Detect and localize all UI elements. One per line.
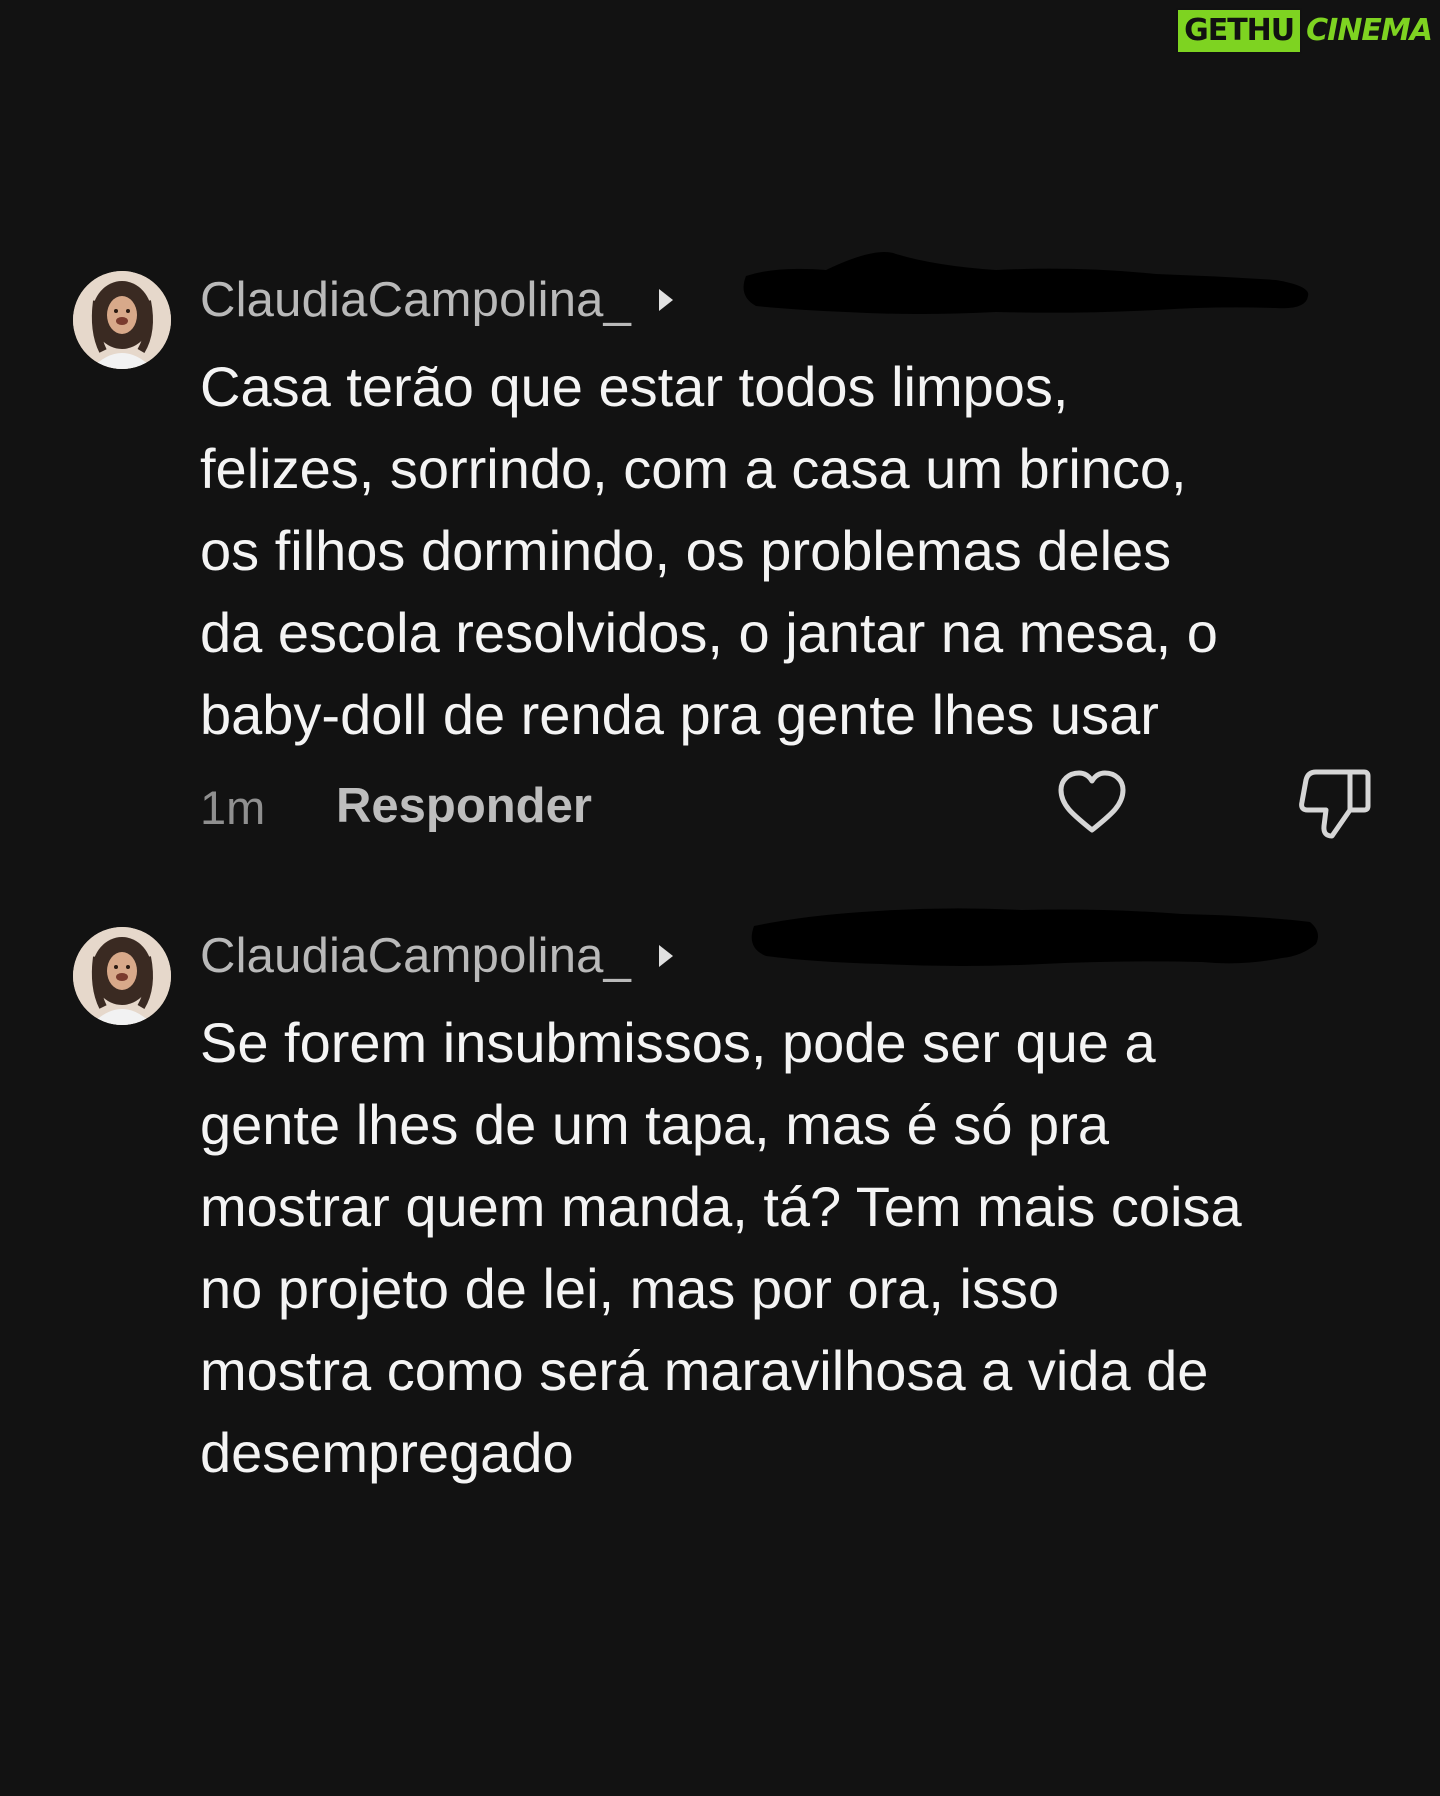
- comment-text-line: mostrar quem manda, tá? Tem mais coisa: [200, 1175, 1242, 1238]
- avatar-image: [73, 927, 171, 1025]
- comment-text-line: desempregado: [200, 1421, 574, 1484]
- reply-button[interactable]: Responder: [336, 778, 592, 834]
- comment-header: ClaudiaCampolina_: [200, 924, 677, 988]
- heart-icon[interactable]: [1055, 768, 1129, 838]
- comment-text-line: Casa terão que estar todos limpos,: [200, 355, 1069, 418]
- comment-text-line: Se forem insubmissos, pode ser que a: [200, 1011, 1156, 1074]
- avatar[interactable]: [73, 271, 171, 369]
- caret-right-icon: [659, 289, 674, 311]
- watermark-logo: GETHU CINEMA: [1176, 8, 1436, 54]
- avatar-image: [73, 271, 171, 369]
- comment-text-line: gente lhes de um tapa, mas é só pra: [200, 1093, 1109, 1156]
- avatar[interactable]: [73, 927, 171, 1025]
- timestamp: 1m: [200, 781, 266, 834]
- username[interactable]: ClaudiaCampolina_: [200, 268, 631, 332]
- comment-text: Casa terão que estar todos limpos, feliz…: [200, 346, 1410, 756]
- watermark-right-text: CINEMA: [1306, 13, 1433, 48]
- comment-text-line: no projeto de lei, mas por ora, isso: [200, 1257, 1060, 1320]
- username[interactable]: ClaudiaCampolina_: [200, 924, 631, 988]
- comment-text-line: os filhos dormindo, os problemas deles: [200, 519, 1172, 582]
- comment-text-line: baby-doll de renda pra gente lhes usar: [200, 683, 1159, 746]
- caret-right-icon: [659, 945, 674, 967]
- comment-text: Se forem insubmissos, pode ser que a gen…: [200, 1002, 1410, 1494]
- comment-actions: 1m Responder: [0, 768, 1440, 839]
- comment-header: ClaudiaCampolina_: [200, 268, 677, 332]
- comment-text-line: mostra como será maravilhosa a vida de: [200, 1339, 1209, 1402]
- thumbs-down-icon[interactable]: [1298, 764, 1374, 842]
- comment-text-line: felizes, sorrindo, com a casa um brinco,: [200, 437, 1187, 500]
- redaction-mark: [751, 908, 1318, 966]
- redaction-mark: [743, 252, 1309, 314]
- comment-text-line: da escola resolvidos, o jantar na mesa, …: [200, 601, 1218, 664]
- watermark-left-text: GETHU: [1176, 8, 1303, 54]
